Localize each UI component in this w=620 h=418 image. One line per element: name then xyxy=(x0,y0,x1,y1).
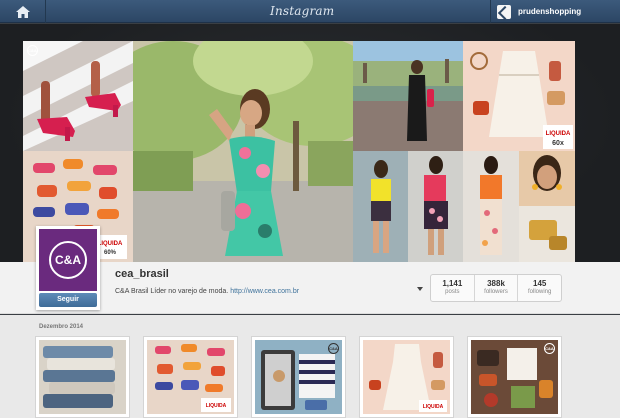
mosaic-photo-woman-floral-shorts[interactable] xyxy=(408,151,463,262)
brand-logo: C&A xyxy=(49,241,87,279)
mosaic-photo-woman-orange-top[interactable] xyxy=(463,151,519,262)
chevron-down-icon[interactable] xyxy=(417,287,423,291)
feed-thumbnail[interactable]: LIQUIDA xyxy=(143,336,238,418)
feed-date-label: Dezembro 2014 xyxy=(39,324,84,330)
brand-badge: C&A xyxy=(27,45,38,56)
profile-avatar[interactable]: C&A xyxy=(39,229,97,291)
mosaic-photo-woman-earrings[interactable] xyxy=(519,151,575,206)
stat-label: following xyxy=(528,289,552,295)
user-menu-button[interactable]: prudenshopping xyxy=(490,0,620,23)
stat-label: followers xyxy=(484,289,508,295)
stat-followers[interactable]: 388k followers xyxy=(475,275,519,301)
feed-thumbnail[interactable]: LIQUIDA xyxy=(359,336,454,418)
user-avatar-icon xyxy=(497,4,511,19)
mosaic-photo-gold-accessories[interactable] xyxy=(519,206,575,262)
feed-thumbnail[interactable]: C&A xyxy=(251,336,346,418)
mosaic-photo-woman-floral-dress[interactable] xyxy=(133,41,353,262)
profile-stats: 1,141 posts 388k followers 145 following xyxy=(430,274,562,302)
svg-text:LIQUIDA: LIQUIDA xyxy=(98,241,123,247)
stat-value: 388k xyxy=(487,279,505,288)
mosaic-photo-shoes-pink[interactable]: C&A xyxy=(23,41,133,151)
svg-text:LIQUIDA: LIQUIDA xyxy=(206,403,227,409)
brand-badge: C&A xyxy=(328,343,339,354)
feed-thumbnail[interactable] xyxy=(35,336,130,418)
svg-text:60x: 60x xyxy=(552,140,564,147)
stat-following[interactable]: 145 following xyxy=(518,275,561,301)
mosaic-photo-white-dress[interactable]: LIQUIDA 60x xyxy=(463,41,575,151)
svg-text:60%: 60% xyxy=(104,250,117,256)
stat-value: 1,141 xyxy=(442,279,463,288)
instagram-logo[interactable]: Instagram xyxy=(270,3,334,19)
profile-avatar-card: C&A Seguir xyxy=(36,226,100,310)
svg-text:LIQUIDA: LIQUIDA xyxy=(546,131,571,137)
follow-button[interactable]: Seguir xyxy=(39,293,97,307)
stat-value: 145 xyxy=(533,279,547,288)
current-username: prudenshopping xyxy=(518,7,582,16)
svg-text:LIQUIDA: LIQUIDA xyxy=(423,404,444,410)
feed-thumbnail[interactable]: C&A xyxy=(467,336,562,418)
stat-posts[interactable]: 1,141 posts xyxy=(431,275,475,301)
home-button[interactable] xyxy=(0,0,46,23)
mosaic-photo-woman-dock[interactable] xyxy=(353,41,463,151)
profile-bio-text: C&A Brasil Líder no varejo de moda. xyxy=(115,288,229,295)
brand-badge: C&A xyxy=(544,343,555,354)
top-navigation-bar: Instagram prudenshopping xyxy=(0,0,620,23)
mosaic-photo-woman-yellow-top[interactable] xyxy=(353,151,408,262)
profile-website-link[interactable]: http://www.cea.com.br xyxy=(230,288,299,295)
home-icon xyxy=(15,5,30,18)
profile-username: cea_brasil xyxy=(115,268,169,280)
profile-bio: C&A Brasil Líder no varejo de moda. http… xyxy=(115,288,299,295)
stat-label: posts xyxy=(445,289,460,295)
profile-header-mosaic: C&A LIQUIDA 60% LIQUIDA 60x xyxy=(23,41,575,262)
